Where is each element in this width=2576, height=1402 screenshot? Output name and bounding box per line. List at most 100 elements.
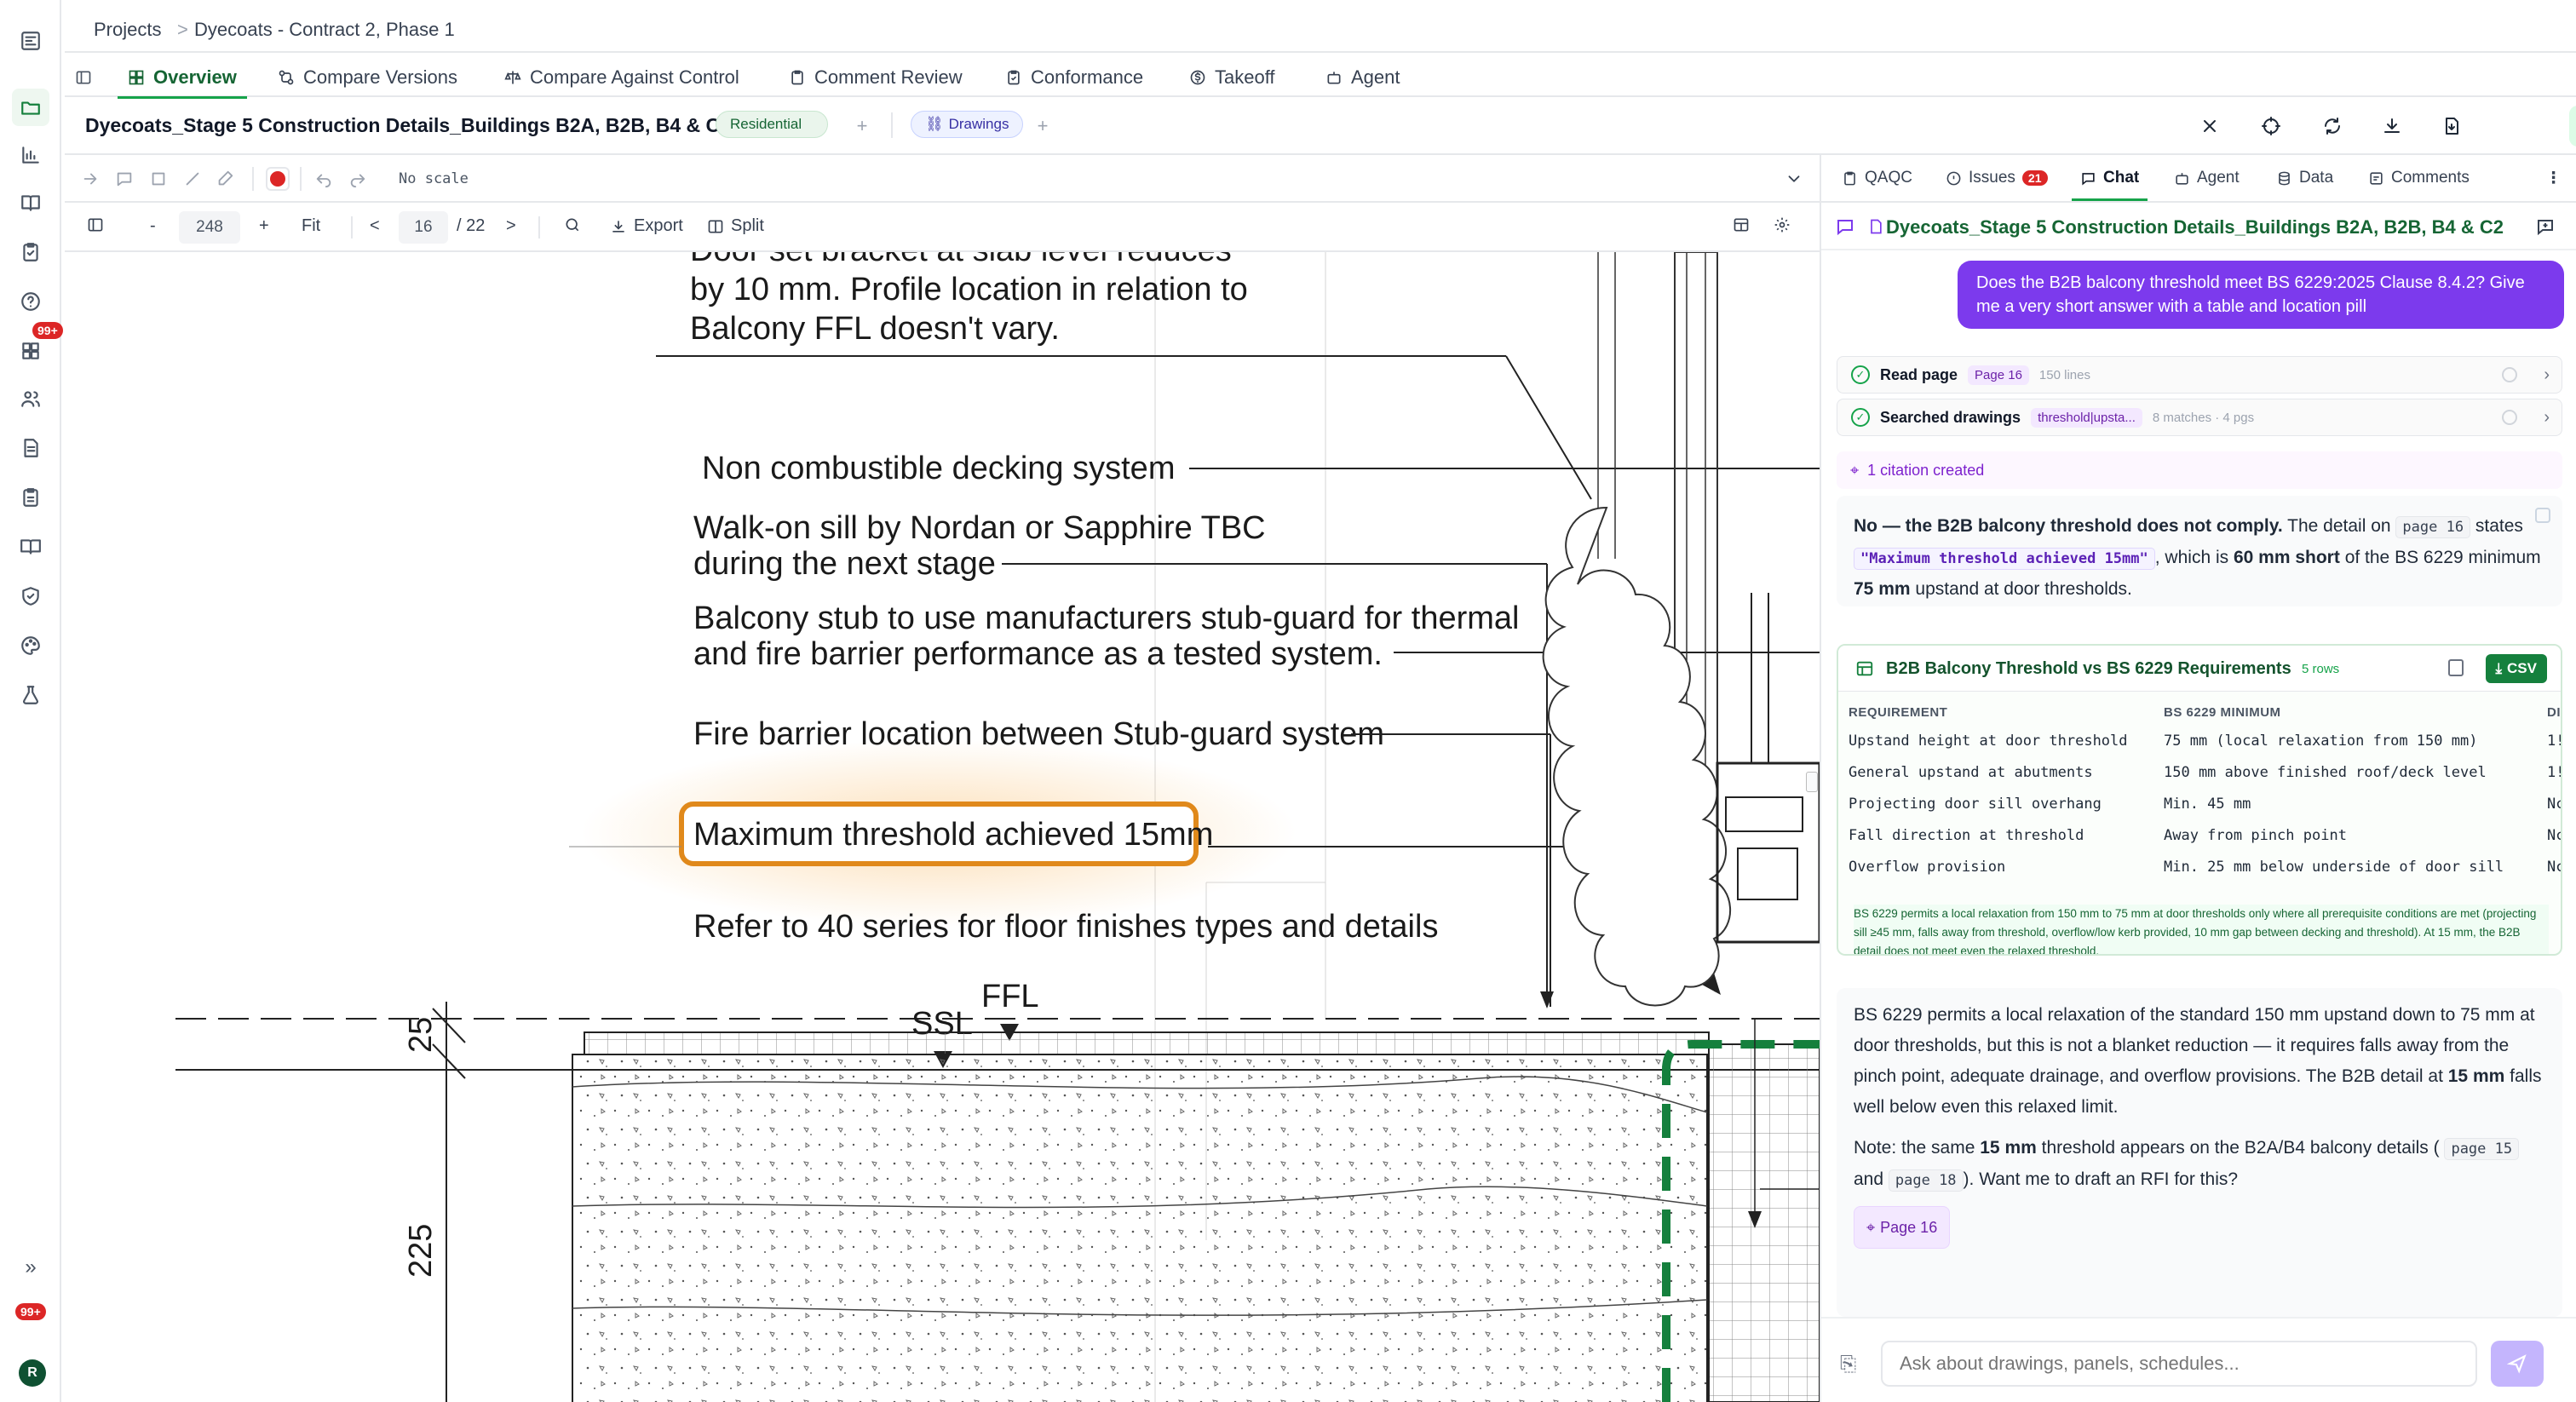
prev-page-button[interactable]: < [370, 216, 380, 236]
shield-check-icon[interactable] [12, 577, 49, 615]
export-button[interactable]: Export [610, 216, 683, 236]
tag-drawings[interactable]: ⛓ Drawings [911, 111, 1024, 138]
tab-issues[interactable]: Issues 21 [1946, 169, 2048, 187]
file-export-icon[interactable] [2435, 109, 2469, 143]
tab-takeoff[interactable]: Takeoff [1189, 61, 1275, 94]
tool-step-read-page[interactable]: ✓ Read page Page 16 150 lines › [1837, 356, 2562, 394]
folder-icon[interactable] [12, 89, 49, 126]
tab-label: Agent [2197, 169, 2240, 187]
breadcrumb-project[interactable]: Dyecoats - Contract 2, Phase 1 [194, 19, 455, 41]
app-logo-icon[interactable] [12, 22, 49, 60]
zoom-in-button[interactable]: + [259, 216, 269, 236]
tab-label: Takeoff [1215, 66, 1275, 88]
add-category-button[interactable]: + [1026, 109, 1060, 143]
copy-icon[interactable] [2448, 659, 2464, 676]
next-page-button[interactable]: > [506, 216, 516, 236]
page-input[interactable]: 16 [399, 211, 448, 244]
flask-icon[interactable] [12, 676, 49, 714]
file-text-icon[interactable] [12, 429, 49, 467]
tool-step-searched-drawings[interactable]: ✓ Searched drawings threshold|upsta... 8… [1837, 399, 2562, 436]
crosshair-icon[interactable] [2254, 109, 2288, 143]
search-icon[interactable] [564, 216, 581, 233]
chat-bubble-icon[interactable] [1835, 216, 1855, 241]
book-open-icon[interactable] [12, 528, 49, 566]
paperclip-icon[interactable]: ⎘ [1840, 1353, 1856, 1376]
page-reference[interactable]: page 18 [1888, 1169, 1964, 1192]
eraser-icon[interactable] [213, 167, 237, 191]
csv-download-button[interactable]: ⤓ CSV [2485, 654, 2547, 683]
help-circle-icon[interactable] [12, 283, 49, 320]
copy-icon[interactable] [2535, 508, 2550, 523]
tab-chat[interactable]: Chat [2071, 169, 2148, 201]
book-icon[interactable] [12, 184, 49, 221]
table-cell: Fall direction at threshold [1849, 827, 2084, 844]
page-reference[interactable]: page 16 [2395, 516, 2471, 538]
gear-icon[interactable] [1774, 216, 1791, 233]
page-reference[interactable]: page 15 [2444, 1138, 2520, 1160]
clipboard-check-icon[interactable] [12, 233, 49, 271]
chevron-right-icon[interactable]: › [2544, 408, 2550, 428]
tab-data[interactable]: Data [2276, 169, 2333, 187]
chevron-right-icon[interactable]: › [2544, 365, 2550, 385]
citation-notice[interactable]: ⌖ 1 citation created [1837, 451, 2562, 489]
zoom-input[interactable]: 248 [179, 211, 240, 244]
new-chat-icon[interactable] [2535, 216, 2556, 241]
close-icon[interactable] [2193, 109, 2227, 143]
tab-comments[interactable]: Comments [2368, 169, 2470, 187]
send-button[interactable] [2491, 1341, 2544, 1387]
more-options-icon[interactable]: ⋮ [2545, 169, 2562, 188]
record-dot-icon [270, 171, 285, 187]
tab-compare-versions[interactable]: Compare Versions [278, 61, 457, 94]
refresh-icon[interactable] [2315, 109, 2349, 143]
tab-agent[interactable]: Agent [2174, 169, 2240, 187]
tab-agent[interactable]: Agent [1325, 61, 1400, 94]
avatar[interactable]: R [19, 1359, 46, 1387]
resize-handle[interactable] [1806, 772, 1818, 792]
answer-text: of the BS 6229 minimum [2344, 548, 2541, 567]
breadcrumb-projects[interactable]: Projects [94, 19, 161, 41]
location-pill[interactable]: ⌖ Page 16 [1854, 1206, 1951, 1249]
users-icon[interactable] [12, 380, 49, 417]
chat-input[interactable] [1881, 1341, 2477, 1387]
chevron-down-icon[interactable] [1782, 167, 1806, 191]
info-icon[interactable] [2502, 367, 2517, 382]
divider [538, 216, 540, 238]
drawing-canvas[interactable]: Door set bracket at slab level reduces b… [65, 252, 1820, 1402]
tab-compare-against-control[interactable]: Compare Against Control [504, 61, 739, 94]
palette-icon[interactable] [12, 627, 49, 664]
clipboard-icon[interactable] [12, 479, 49, 516]
tab-conformance[interactable]: Conformance [1005, 61, 1143, 94]
fit-button[interactable]: Fit [302, 216, 320, 236]
context-document[interactable]: Dyecoats_Stage 5 Construction Details_Bu… [1886, 216, 2504, 238]
layout-icon[interactable] [1733, 216, 1750, 233]
undo-icon[interactable] [312, 167, 336, 191]
panel-toggle-icon[interactable] [87, 216, 104, 233]
redo-icon[interactable] [346, 167, 370, 191]
arrow-icon[interactable] [78, 167, 102, 191]
split-button[interactable]: Split [707, 216, 764, 236]
divider [351, 216, 353, 238]
add-tag-button[interactable]: + [845, 109, 879, 143]
expand-rail-icon[interactable]: » [12, 1249, 49, 1286]
info-icon[interactable] [2502, 410, 2517, 425]
zoom-out-button[interactable]: - [150, 216, 156, 236]
tab-overview[interactable]: Overview [118, 61, 247, 99]
tab-qaqc[interactable]: QAQC [1842, 169, 1912, 187]
tab-comment-review[interactable]: Comment Review [789, 61, 963, 94]
line-icon[interactable] [181, 167, 204, 191]
step-title: Searched drawings [1880, 408, 2021, 426]
bar-chart-icon[interactable] [12, 136, 49, 174]
square-icon[interactable] [147, 167, 170, 191]
download-icon[interactable] [2375, 109, 2409, 143]
comment-icon[interactable] [112, 167, 136, 191]
step-meta: 150 lines [2038, 367, 2090, 382]
context-row: Dyecoats_Stage 5 Construction Details_Bu… [1821, 203, 2576, 250]
drawing-note-threshold: Maximum threshold achieved 15mm [693, 817, 1213, 853]
tag-residential[interactable]: Residential [716, 111, 828, 138]
tab-label: Compare Versions [303, 66, 457, 88]
sidebar-toggle-icon[interactable] [75, 61, 92, 94]
record-button[interactable] [266, 167, 290, 191]
scale-label[interactable]: No scale [399, 170, 469, 187]
status-check-icon[interactable] [2569, 106, 2576, 147]
quote-reference[interactable]: "Maximum threshold achieved 15mm" [1854, 548, 2155, 570]
